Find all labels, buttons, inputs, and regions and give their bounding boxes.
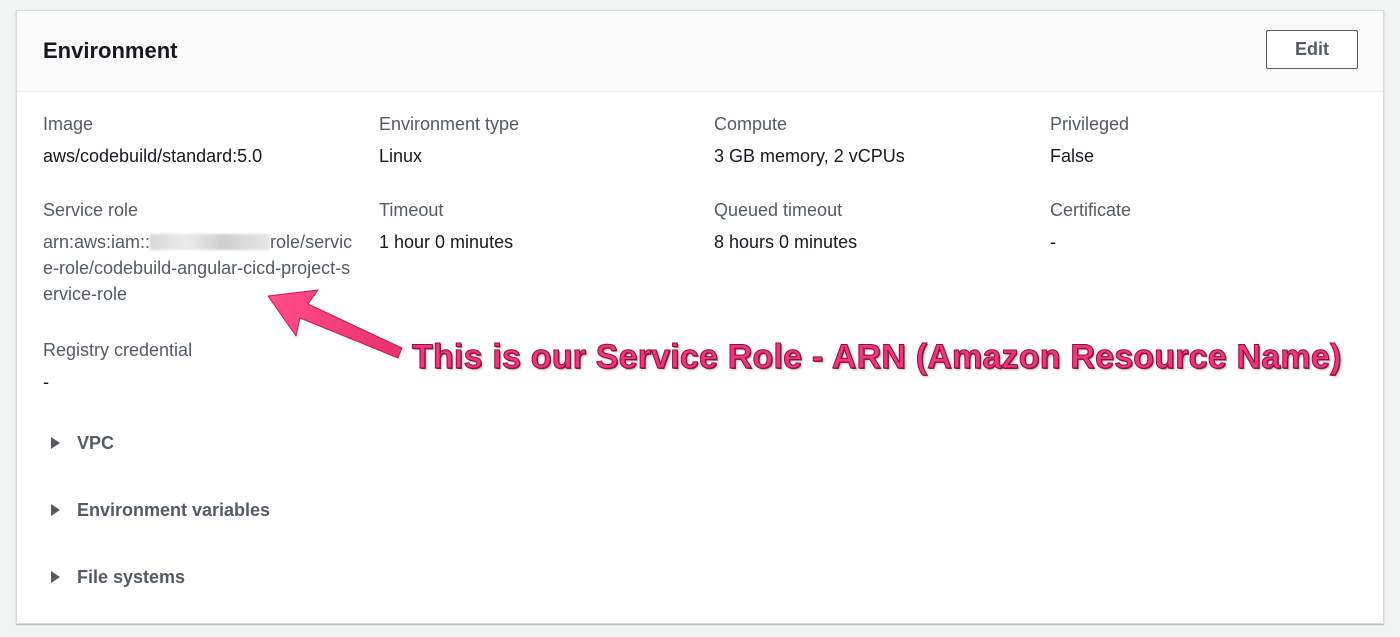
annotation-arrow-icon — [267, 289, 403, 359]
annotation-callout: This is our Service Role - ARN (Amazon R… — [411, 338, 1342, 377]
